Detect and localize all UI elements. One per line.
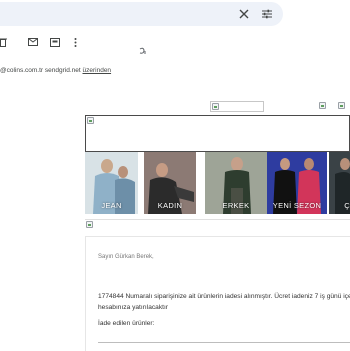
broken-image-icon xyxy=(212,103,219,110)
category-label: JEAN xyxy=(101,201,122,210)
category-label: YENİ SEZON xyxy=(272,201,322,210)
banner-image xyxy=(85,115,350,152)
clear-search-icon[interactable] xyxy=(238,8,250,20)
more-vert-icon[interactable] xyxy=(72,37,78,47)
divider-image xyxy=(85,219,350,230)
category-kadin[interactable]: KADIN xyxy=(144,152,196,214)
top-bar xyxy=(0,0,350,28)
refund-message: 1774844 Numaralı siparişinize ait ürünle… xyxy=(98,291,350,313)
header-icon-image xyxy=(318,101,328,112)
broken-image-icon xyxy=(319,102,326,109)
logo-image xyxy=(210,101,264,112)
category-label: Ç xyxy=(344,201,350,210)
subject-fragment xyxy=(138,44,150,54)
message-toolbar xyxy=(0,34,350,52)
refund-message-line1: 1774844 Numaralı siparişinize ait ürünle… xyxy=(98,293,350,300)
header-icon-image-2 xyxy=(337,101,350,112)
search-options-icon[interactable] xyxy=(260,7,274,21)
broken-image-icon xyxy=(338,102,345,109)
sender-details: @colins.com.tr sendgrid.net üzerinden xyxy=(0,67,111,74)
via-domain: sendgrid.net xyxy=(44,67,81,74)
table-divider xyxy=(98,342,350,343)
broken-image-icon xyxy=(87,117,94,124)
category-partial[interactable]: Ç xyxy=(329,152,350,214)
category-label: KADIN xyxy=(157,201,183,210)
refund-message-line2: hesabınıza yatırılacaktır xyxy=(98,304,169,311)
category-jean[interactable]: JEAN xyxy=(85,152,138,214)
broken-image-icon xyxy=(86,221,93,228)
delete-icon[interactable] xyxy=(0,37,7,47)
category-label: ERKEK xyxy=(222,201,250,210)
category-erkek[interactable]: ERKEK xyxy=(205,152,267,214)
via-link[interactable]: üzerinden xyxy=(83,67,112,74)
returned-items-label: İade edilen ürünler: xyxy=(98,320,155,327)
move-to-icon[interactable] xyxy=(50,37,60,47)
greeting-text: Sayın Gürkan Berek, xyxy=(98,254,154,260)
sender-address: @colins.com.tr xyxy=(0,67,44,74)
mark-unread-icon[interactable] xyxy=(28,37,38,47)
category-yeni-sezon[interactable]: YENİ SEZON xyxy=(267,152,327,214)
